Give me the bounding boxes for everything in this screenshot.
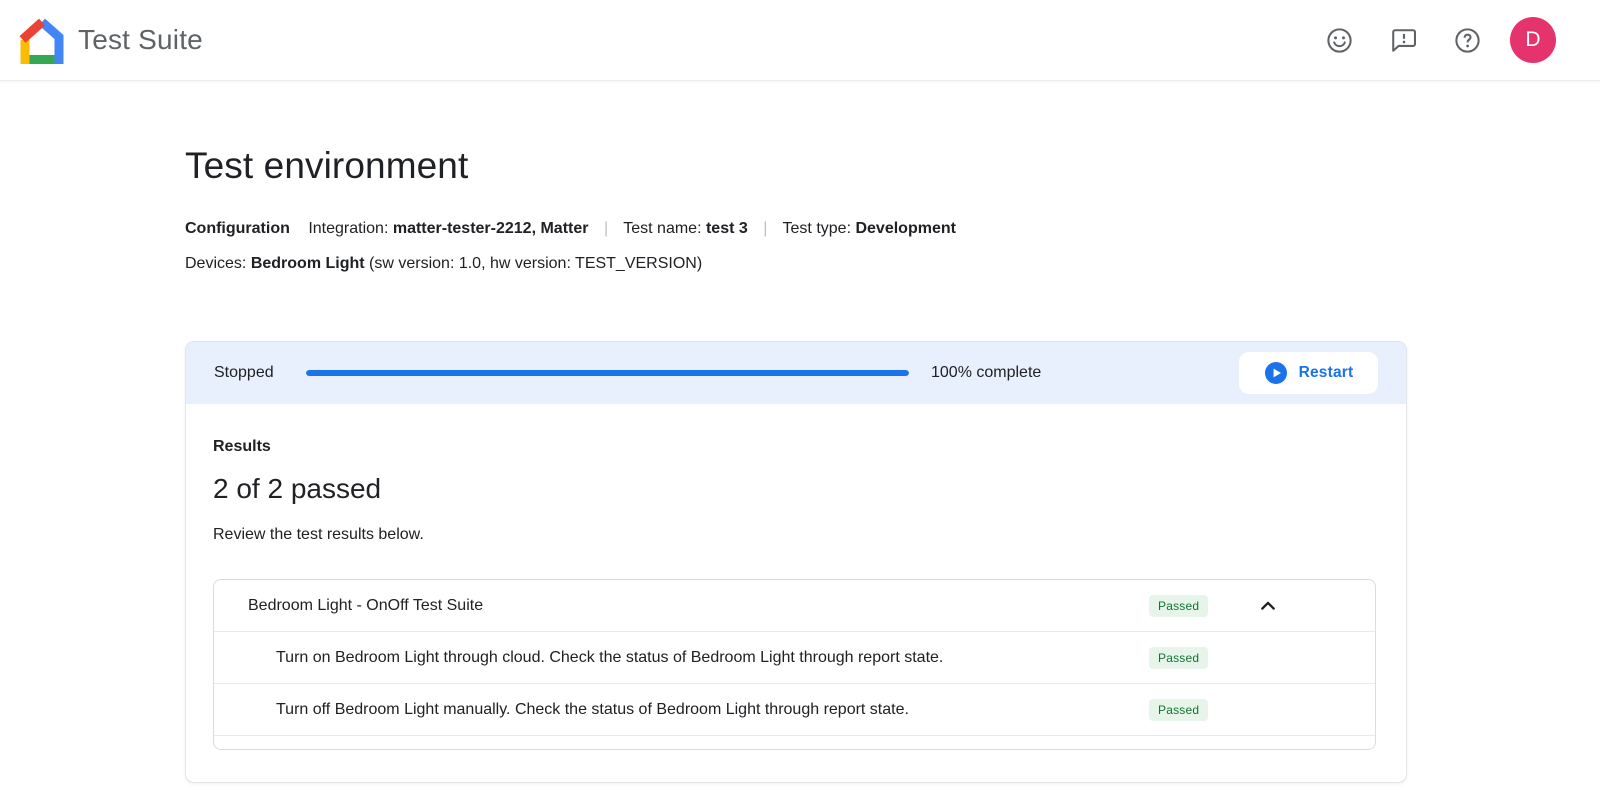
devices-line: Devices: Bedroom Light (sw version: 1.0,… bbox=[185, 254, 1600, 274]
chevron-up-icon bbox=[1256, 594, 1280, 618]
test-run-card: Stopped 100% complete Restart Results 2 … bbox=[185, 341, 1407, 783]
test-status-cell: Passed bbox=[1149, 647, 1375, 669]
devices-detail: (sw version: 1.0, hw version: TEST_VERSI… bbox=[369, 255, 702, 272]
smiley-icon bbox=[1325, 26, 1354, 55]
restart-button-label: Restart bbox=[1299, 364, 1354, 382]
results-summary: 2 of 2 passed bbox=[213, 472, 1376, 506]
test-name-label: Test name: bbox=[623, 220, 701, 237]
configuration-line: Configuration Integration: matter-tester… bbox=[185, 219, 1600, 239]
suite-status-cell: Passed bbox=[1149, 594, 1375, 618]
help-icon bbox=[1453, 26, 1482, 55]
results-title: Results bbox=[213, 437, 1376, 456]
app-title: Test Suite bbox=[78, 24, 203, 56]
results-section: Results 2 of 2 passed Review the test re… bbox=[186, 404, 1406, 782]
status-badge: Passed bbox=[1149, 595, 1208, 617]
suite-row[interactable]: Bedroom Light - OnOff Test Suite Passed bbox=[214, 580, 1375, 632]
test-status-cell: Passed bbox=[1149, 699, 1375, 721]
devices-label: Devices: bbox=[185, 255, 246, 272]
integration-label: Integration: bbox=[308, 220, 388, 237]
send-feedback-button[interactable] bbox=[1388, 25, 1418, 55]
google-home-logo-icon bbox=[18, 16, 66, 64]
test-row: Turn off Bedroom Light manually. Check t… bbox=[214, 684, 1375, 736]
devices-value: Bedroom Light bbox=[251, 255, 365, 272]
account-avatar[interactable]: D bbox=[1510, 17, 1556, 63]
page-title: Test environment bbox=[185, 143, 1600, 189]
main-content: Test environment Configuration Integrati… bbox=[0, 143, 1600, 783]
satisfaction-feedback-button[interactable] bbox=[1324, 25, 1354, 55]
progress-fill bbox=[306, 370, 909, 376]
run-status: Stopped bbox=[214, 364, 306, 382]
help-button[interactable] bbox=[1452, 25, 1482, 55]
test-type-value: Development bbox=[855, 220, 955, 237]
separator: | bbox=[604, 220, 608, 237]
results-table: Bedroom Light - OnOff Test Suite Passed … bbox=[213, 579, 1376, 750]
feedback-bubble-icon bbox=[1389, 26, 1418, 55]
progress-percent-label: 100% complete bbox=[931, 364, 1041, 382]
progress-banner: Stopped 100% complete Restart bbox=[186, 342, 1406, 404]
configuration-label: Configuration bbox=[185, 220, 290, 237]
collapse-suite-button[interactable] bbox=[1256, 594, 1280, 618]
test-type-label: Test type: bbox=[783, 220, 851, 237]
table-footer bbox=[214, 736, 1375, 749]
progress-bar bbox=[306, 370, 909, 376]
separator: | bbox=[763, 220, 767, 237]
integration-value: matter-tester-2212, Matter bbox=[393, 220, 589, 237]
test-name-value: test 3 bbox=[706, 220, 748, 237]
status-badge: Passed bbox=[1149, 699, 1208, 721]
restart-button[interactable]: Restart bbox=[1239, 352, 1378, 394]
test-description: Turn on Bedroom Light through cloud. Che… bbox=[276, 649, 1149, 667]
play-icon bbox=[1264, 361, 1288, 385]
status-badge: Passed bbox=[1149, 647, 1208, 669]
test-row: Turn on Bedroom Light through cloud. Che… bbox=[214, 632, 1375, 684]
suite-name: Bedroom Light - OnOff Test Suite bbox=[248, 597, 1149, 615]
results-subtitle: Review the test results below. bbox=[213, 525, 1376, 544]
app-header: Test Suite D bbox=[0, 0, 1600, 81]
appbar-actions: D bbox=[1324, 17, 1556, 63]
test-description: Turn off Bedroom Light manually. Check t… bbox=[276, 701, 1149, 719]
